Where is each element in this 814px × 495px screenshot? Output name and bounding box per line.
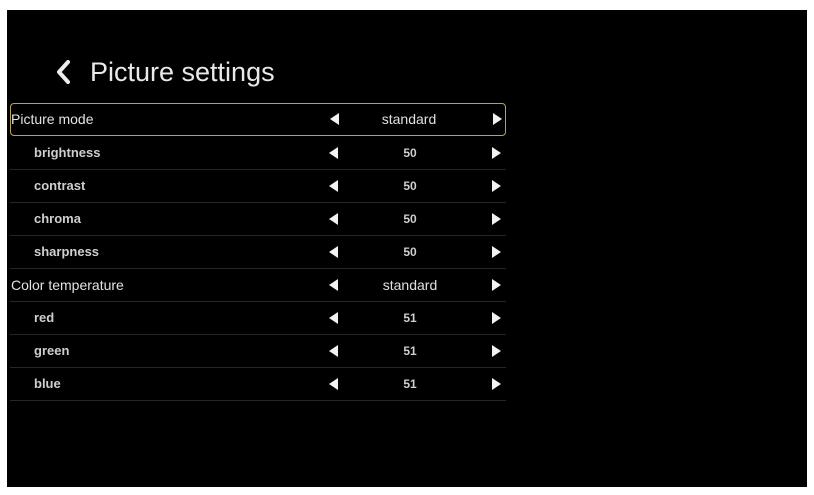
setting-value: standard [381,111,437,127]
arrow-right-icon[interactable] [491,345,501,357]
arrow-left-icon[interactable] [329,213,339,225]
setting-row-chroma[interactable]: chroma 50 [10,203,506,236]
setting-label: brightness [34,145,101,160]
chevron-left-icon[interactable] [55,59,71,85]
setting-label: blue [34,376,61,391]
setting-value: 50 [403,179,417,193]
setting-label: sharpness [34,244,100,259]
arrow-right-icon[interactable] [491,147,501,159]
setting-label: red [34,310,55,325]
setting-row-picture-mode[interactable]: Picture mode standard [10,103,506,136]
setting-value: 51 [403,344,417,358]
setting-row-green[interactable]: green 51 [10,335,506,368]
arrow-left-icon[interactable] [329,147,339,159]
setting-value: standard [382,277,438,293]
arrow-right-icon[interactable] [491,213,501,225]
arrow-left-icon[interactable] [329,378,339,390]
arrow-right-icon[interactable] [492,113,502,125]
setting-row-blue[interactable]: blue 51 [10,368,506,401]
setting-value: 50 [403,146,417,160]
setting-value: 51 [403,311,417,325]
setting-value: 50 [403,212,417,226]
settings-panel: Picture settings Picture mode standard b… [7,10,807,487]
settings-menu: Picture mode standard brightness 50 cont… [10,103,506,401]
page-title: Picture settings [90,56,275,87]
setting-label: green [34,343,70,358]
setting-row-contrast[interactable]: contrast 50 [10,170,506,203]
setting-label: chroma [34,211,81,226]
setting-row-brightness[interactable]: brightness 50 [10,137,506,170]
arrow-right-icon[interactable] [491,180,501,192]
arrow-left-icon[interactable] [329,180,339,192]
arrow-left-icon[interactable] [329,279,339,291]
setting-row-sharpness[interactable]: sharpness 50 [10,236,506,269]
setting-row-color-temperature[interactable]: Color temperature standard [10,269,506,302]
arrow-left-icon[interactable] [329,246,339,258]
tv-screen: Picture settings Picture mode standard b… [0,0,814,495]
arrow-left-icon[interactable] [330,113,340,125]
arrow-right-icon[interactable] [491,378,501,390]
setting-label: Picture mode [11,111,94,127]
arrow-right-icon[interactable] [491,246,501,258]
arrow-left-icon[interactable] [329,312,339,324]
setting-value: 50 [403,245,417,259]
setting-value: 51 [403,377,417,391]
setting-label: Color temperature [11,277,124,293]
arrow-right-icon[interactable] [491,312,501,324]
setting-label: contrast [34,178,86,193]
setting-row-red[interactable]: red 51 [10,302,506,335]
arrow-right-icon[interactable] [491,279,501,291]
arrow-left-icon[interactable] [329,345,339,357]
page-header: Picture settings [55,52,275,92]
